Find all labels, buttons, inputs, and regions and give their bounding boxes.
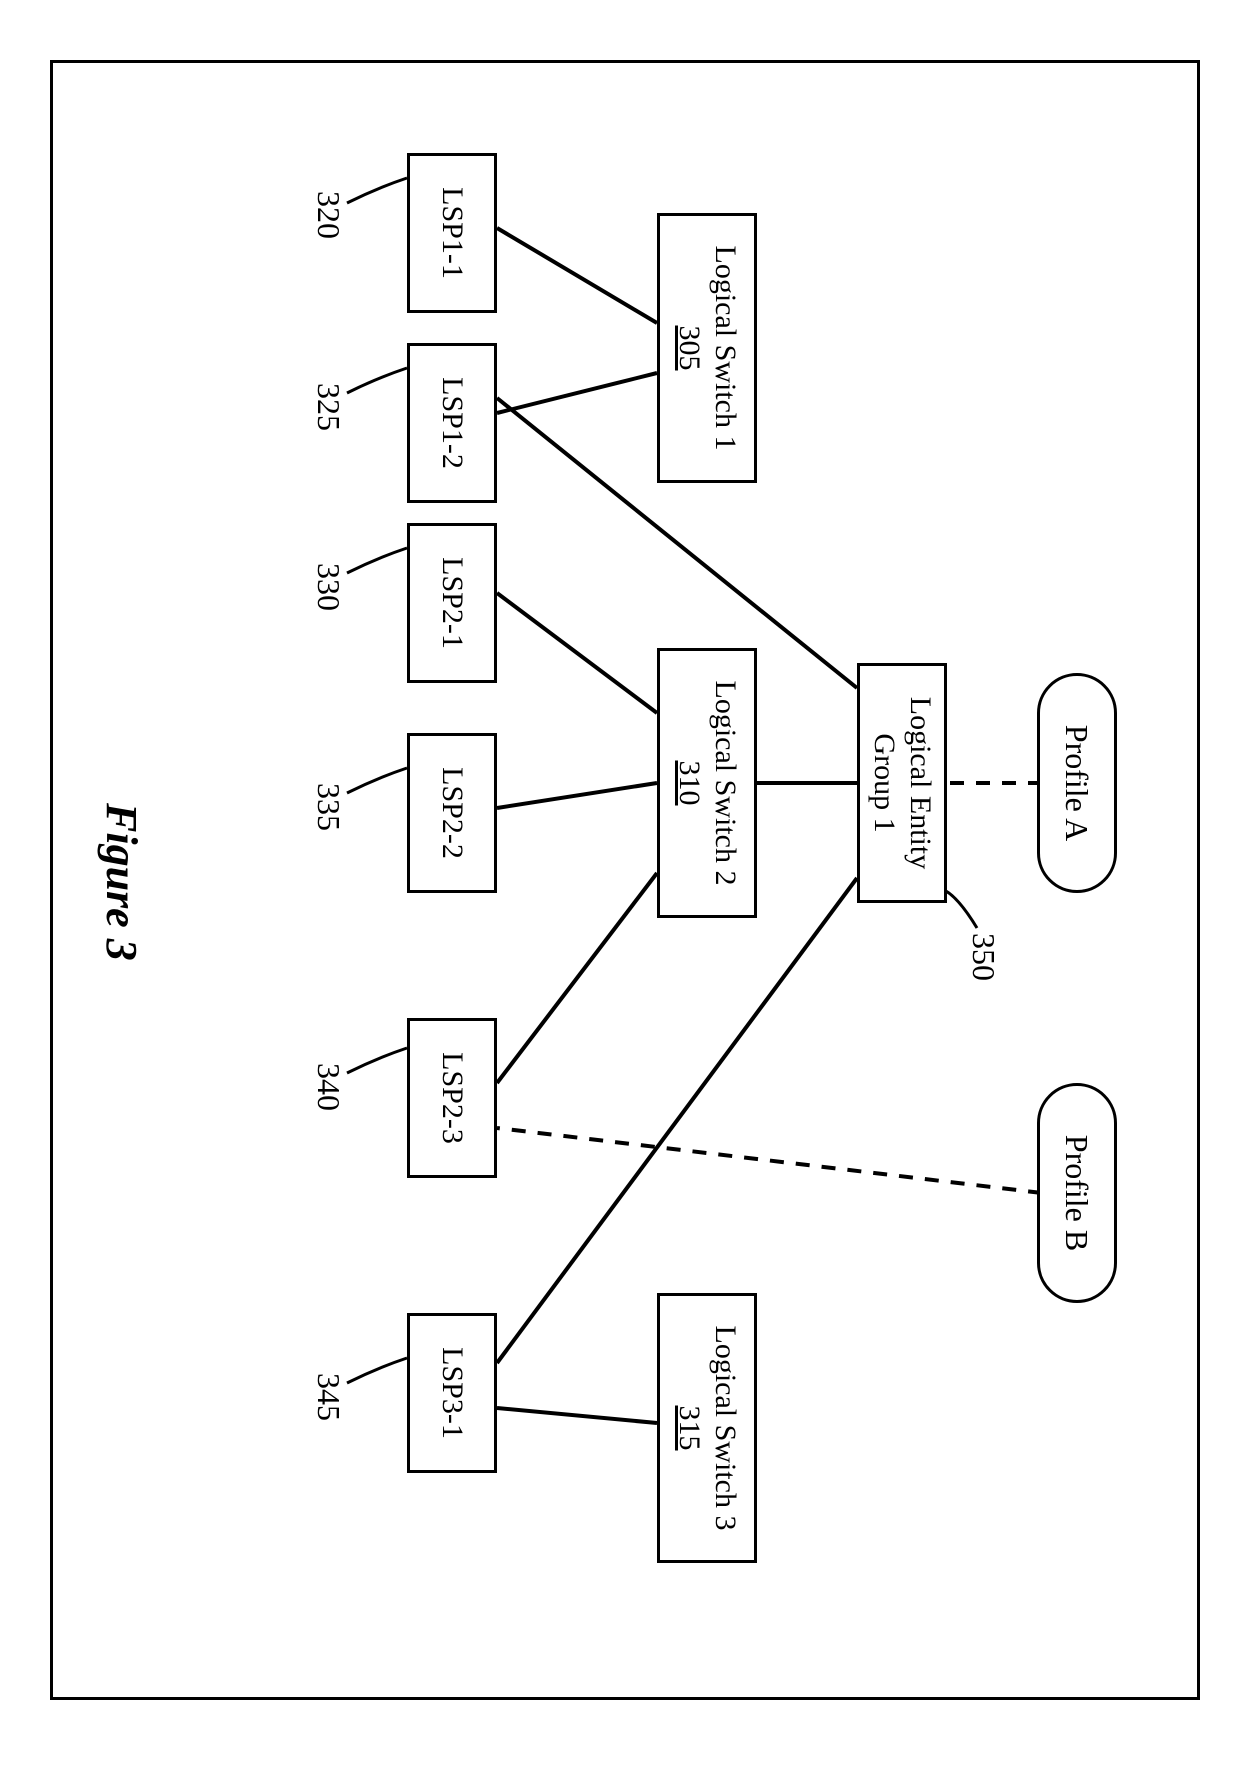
group-label-line2: Group 1: [866, 733, 902, 832]
ref-335: 335: [310, 783, 347, 831]
lsp2-3-label: LSP2-3: [434, 1052, 470, 1144]
ref-330: 330: [310, 563, 347, 611]
profile-a-label: Profile A: [1058, 725, 1096, 841]
lsp1-2: LSP1-2: [407, 343, 497, 503]
switch-2-name: Logical Switch 2: [707, 681, 743, 886]
logical-switch-2: Logical Switch 2 310: [657, 648, 757, 918]
lsp2-1-label: LSP2-1: [434, 557, 470, 649]
lsp3-1-label: LSP3-1: [434, 1347, 470, 1439]
switch-2-ref: 310: [671, 761, 707, 806]
logical-switch-3: Logical Switch 3 315: [657, 1293, 757, 1563]
lsp1-1: LSP1-1: [407, 153, 497, 313]
ref-340: 340: [310, 1063, 347, 1111]
lsp2-3: LSP2-3: [407, 1018, 497, 1178]
profile-a: Profile A: [1037, 673, 1117, 893]
logical-switch-1: Logical Switch 1 305: [657, 213, 757, 483]
lsp2-1: LSP2-1: [407, 523, 497, 683]
group-label-line1: Logical Entity: [902, 697, 938, 869]
lsp1-2-label: LSP1-2: [434, 377, 470, 469]
lsp2-2-label: LSP2-2: [434, 767, 470, 859]
connector-lines: [47, 63, 1197, 1703]
switch-1-ref: 305: [671, 326, 707, 371]
ref-350: 350: [965, 933, 1002, 981]
figure-caption: Figure 3: [96, 803, 147, 961]
lsp3-1: LSP3-1: [407, 1313, 497, 1473]
profile-b-label: Profile B: [1058, 1135, 1096, 1251]
lsp1-1-label: LSP1-1: [434, 187, 470, 279]
profile-b: Profile B: [1037, 1083, 1117, 1303]
switch-3-ref: 315: [671, 1406, 707, 1451]
ref-325: 325: [310, 383, 347, 431]
ref-320: 320: [310, 191, 347, 239]
ref-345: 345: [310, 1373, 347, 1421]
switch-3-name: Logical Switch 3: [707, 1326, 743, 1531]
logical-entity-group-1: Logical Entity Group 1: [857, 663, 947, 903]
switch-1-name: Logical Switch 1: [707, 246, 743, 451]
lsp2-2: LSP2-2: [407, 733, 497, 893]
